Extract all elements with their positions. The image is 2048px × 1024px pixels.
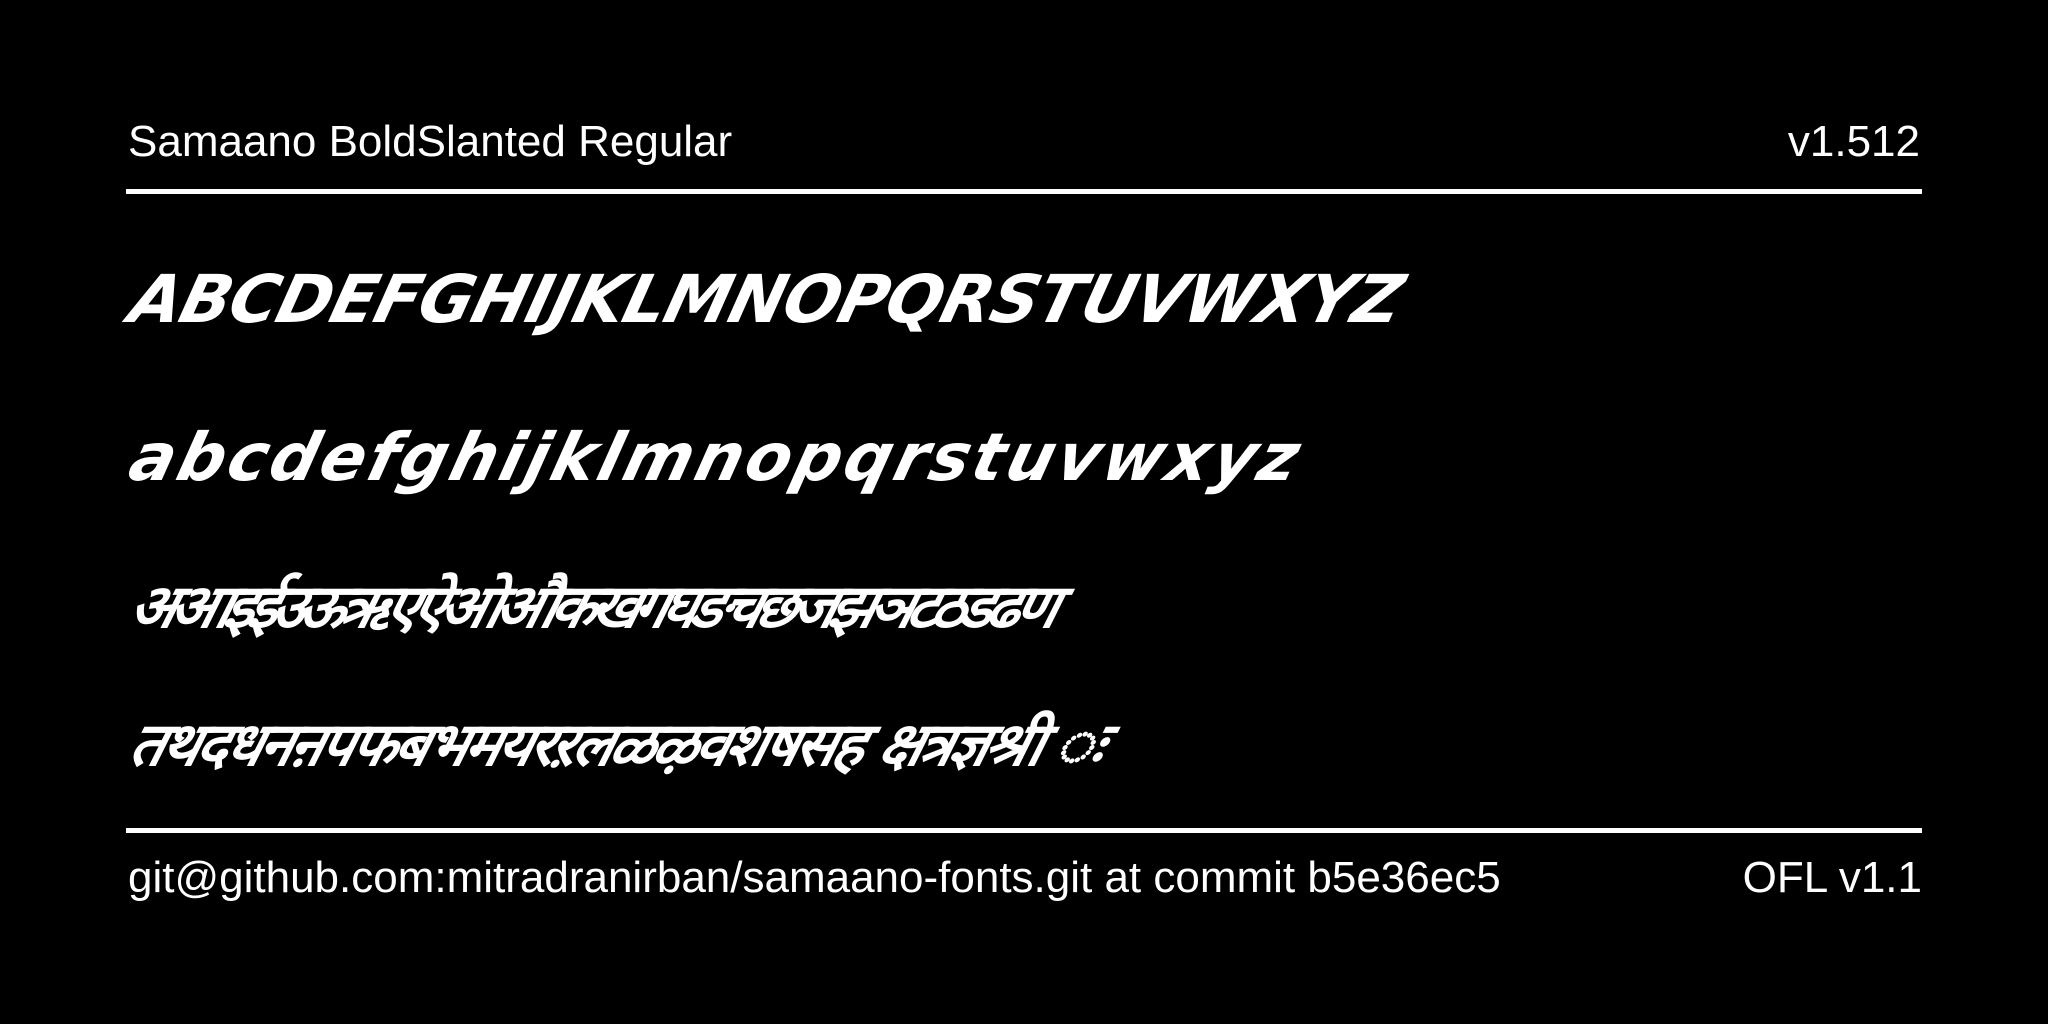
devanagari-sample-line-1: अआइईउऊऋएऐओऔकखगघङचछजझञटठडढण bbox=[122, 572, 1062, 642]
uppercase-sample: ABCDEFGHIJKLMNOPQRSTUVWXYZ bbox=[122, 261, 1411, 338]
devanagari-sample-line-2: तथदधनऩपफबभमयरऱलळऴवशषसह क्षत्रज्ञश्री ः bbox=[122, 710, 1111, 780]
source-repository-label: git@github.com:mitradranirban/samaano-fo… bbox=[128, 853, 1501, 902]
lowercase-sample: abcdefghijklmnopqrstuvwxyz bbox=[122, 419, 1311, 496]
bottom-divider bbox=[126, 828, 1922, 833]
font-name-title: Samaano BoldSlanted Regular bbox=[128, 117, 733, 166]
font-version-label: v1.512 bbox=[1787, 117, 1920, 166]
top-divider bbox=[126, 189, 1922, 194]
license-label: OFL v1.1 bbox=[1742, 853, 1922, 902]
